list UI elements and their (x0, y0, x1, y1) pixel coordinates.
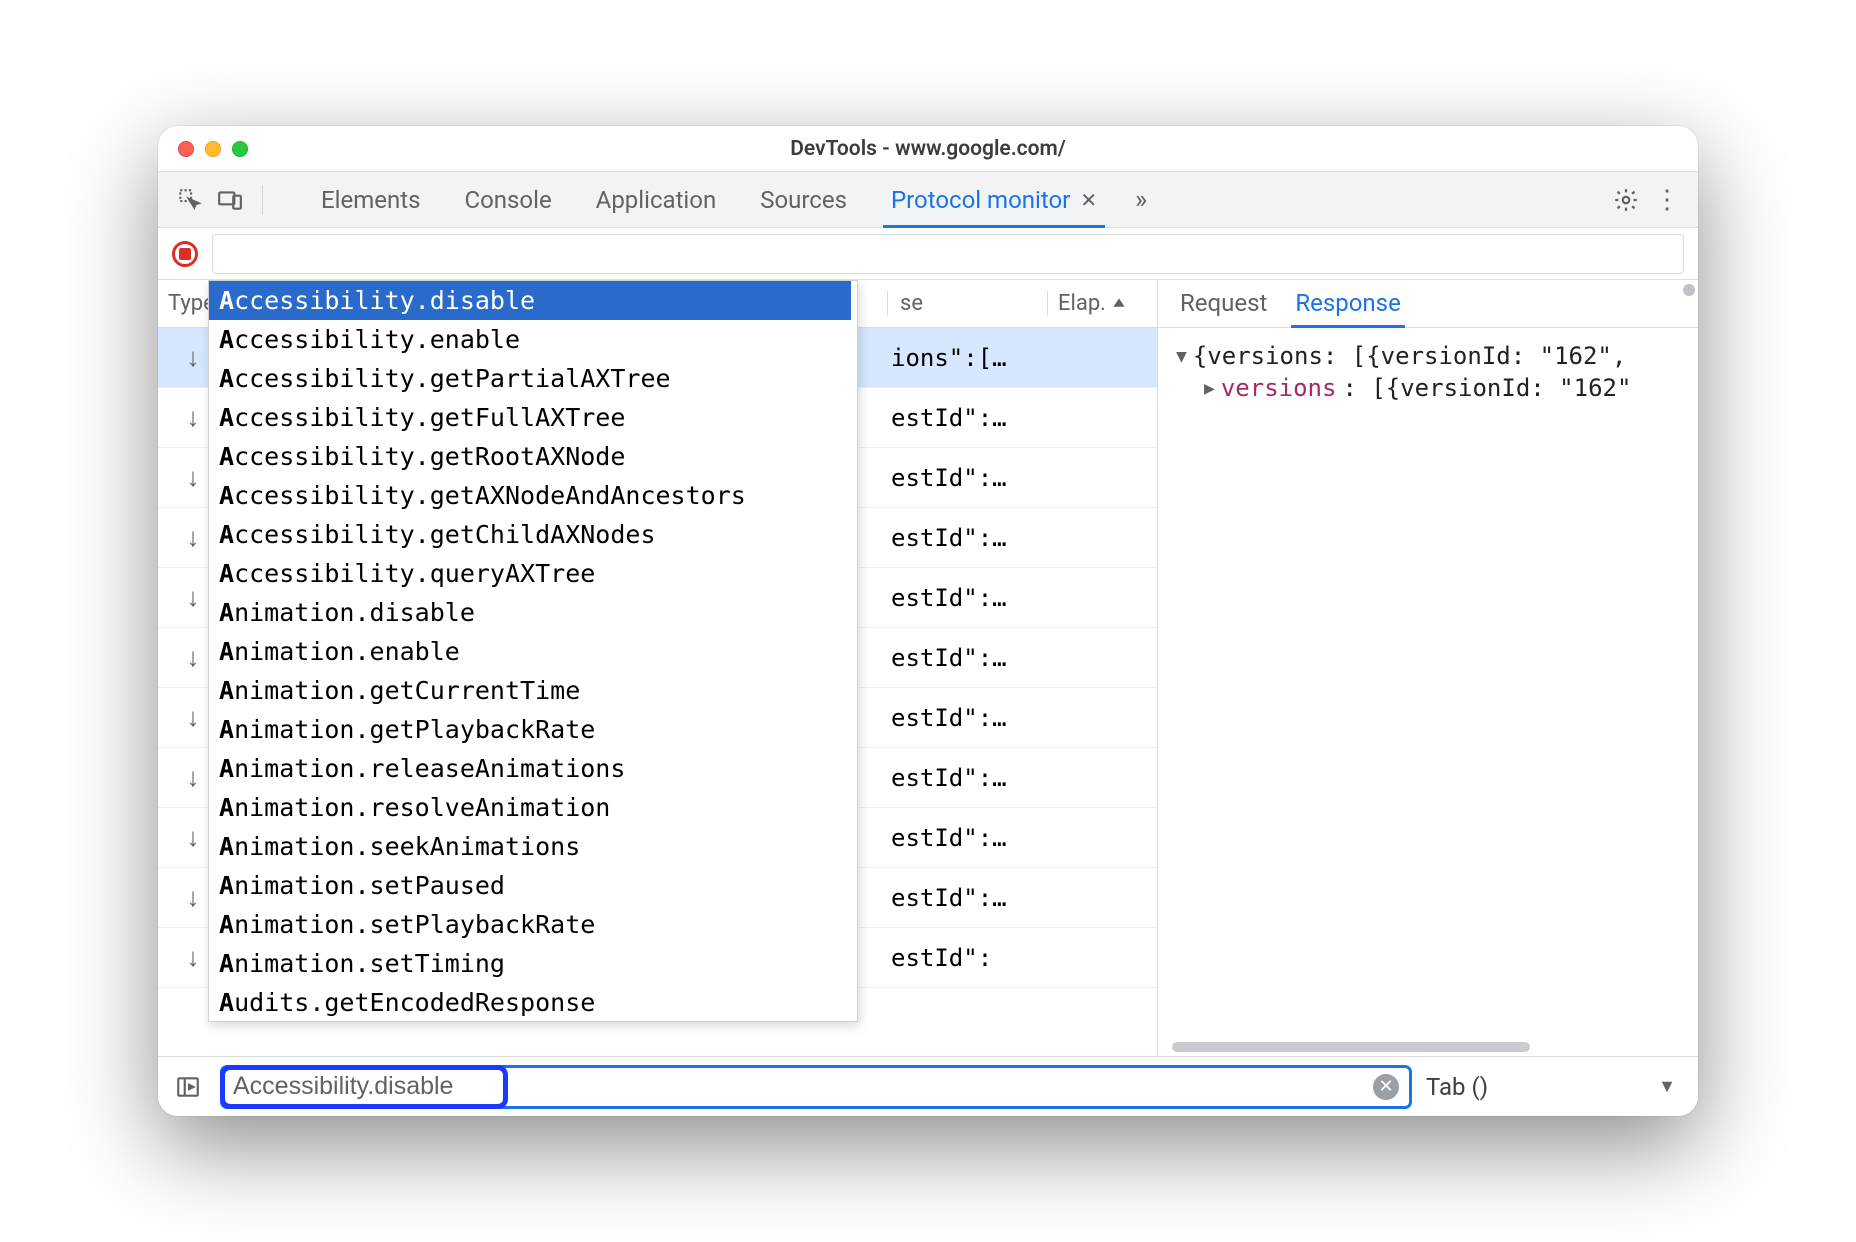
protocol-toolbar (158, 228, 1698, 280)
drawer-toggle-icon[interactable] (170, 1069, 206, 1105)
command-input[interactable] (233, 1072, 1373, 1101)
window-titlebar: DevTools - www.google.com/ (158, 126, 1698, 172)
detail-pane: Request Response ▼ {versions: [{versionI… (1158, 280, 1698, 1056)
traffic-lights (178, 141, 248, 157)
autocomplete-item[interactable]: Accessibility.queryAXTree (209, 554, 851, 593)
tab-console[interactable]: Console (442, 172, 573, 228)
tab-protocol-monitor[interactable]: Protocol monitor✕ (869, 172, 1119, 228)
autocomplete-item[interactable]: Accessibility.getRootAXNode (209, 437, 851, 476)
arrow-down-icon: ↓ (187, 942, 200, 973)
devtools-window: DevTools - www.google.com/ ElementsConso… (158, 126, 1698, 1116)
autocomplete-item[interactable]: Accessibility.getAXNodeAndAncestors (209, 476, 851, 515)
command-bar: ✕ Tab () ▼ (158, 1056, 1698, 1116)
disclosure-open-icon[interactable]: ▼ (1176, 346, 1187, 367)
autocomplete-item[interactable]: Animation.getPlaybackRate (209, 710, 851, 749)
close-window-button[interactable] (178, 141, 194, 157)
divider (262, 185, 263, 215)
detail-tabs: Request Response (1158, 280, 1698, 328)
zoom-window-button[interactable] (232, 141, 248, 157)
tab-request[interactable]: Request (1180, 289, 1267, 327)
horizontal-scrollbar[interactable] (1172, 1042, 1684, 1052)
tree-child[interactable]: ▶ versions: [{versionId: "162" (1176, 374, 1680, 402)
sort-asc-icon (1112, 297, 1126, 311)
tab-elements[interactable]: Elements (299, 172, 442, 228)
filter-input[interactable] (212, 234, 1684, 274)
main-split: Type se Elap. ↓ions":[…↓estId":…↓estId":… (158, 280, 1698, 1056)
arrow-down-icon: ↓ (187, 822, 200, 853)
autocomplete-item[interactable]: Animation.seekAnimations (209, 827, 851, 866)
col-elapsed-header[interactable]: Elap. (1047, 291, 1157, 316)
window-title: DevTools - www.google.com/ (158, 137, 1698, 161)
autocomplete-item[interactable]: Animation.setPaused (209, 866, 851, 905)
devtools-tabbar: ElementsConsoleApplicationSourcesProtoco… (158, 172, 1698, 228)
autocomplete-item[interactable]: Animation.getCurrentTime (209, 671, 851, 710)
chevron-down-icon: ▼ (1658, 1076, 1676, 1097)
autocomplete-item[interactable]: Animation.setTiming (209, 944, 851, 983)
command-input-wrap: ✕ (220, 1065, 1412, 1109)
autocomplete-item[interactable]: Animation.disable (209, 593, 851, 632)
autocomplete-item[interactable]: Animation.releaseAnimations (209, 749, 851, 788)
more-tabs-icon[interactable]: » (1123, 182, 1159, 218)
tab-application[interactable]: Application (574, 172, 739, 228)
arrow-down-icon: ↓ (187, 582, 200, 613)
scroll-indicator (1683, 284, 1695, 296)
kebab-menu-icon[interactable]: ⋮ (1648, 182, 1684, 218)
settings-gear-icon[interactable] (1608, 182, 1644, 218)
autocomplete-item[interactable]: Audits.getEncodedResponse (209, 983, 851, 1021)
autocomplete-item[interactable]: Animation.resolveAnimation (209, 788, 851, 827)
arrow-down-icon: ↓ (187, 342, 200, 373)
autocomplete-item[interactable]: Accessibility.enable (209, 320, 851, 359)
col-response-header[interactable]: se (887, 291, 1047, 316)
arrow-down-icon: ↓ (187, 642, 200, 673)
tab-sources[interactable]: Sources (738, 172, 869, 228)
inspect-icon[interactable] (172, 182, 208, 218)
arrow-down-icon: ↓ (187, 702, 200, 733)
response-body: ▼ {versions: [{versionId: "162", ▶ versi… (1158, 328, 1698, 1038)
arrow-down-icon: ↓ (187, 402, 200, 433)
autocomplete-item[interactable]: Animation.setPlaybackRate (209, 905, 851, 944)
clear-input-icon[interactable]: ✕ (1373, 1074, 1399, 1100)
close-tab-icon[interactable]: ✕ (1080, 188, 1097, 212)
arrow-down-icon: ↓ (187, 462, 200, 493)
tree-root[interactable]: ▼ {versions: [{versionId: "162", (1176, 342, 1680, 370)
tab-response[interactable]: Response (1295, 289, 1400, 327)
autocomplete-item[interactable]: Accessibility.getPartialAXTree (209, 359, 851, 398)
disclosure-closed-icon[interactable]: ▶ (1204, 378, 1215, 399)
autocomplete-item[interactable]: Accessibility.getChildAXNodes (209, 515, 851, 554)
autocomplete-item[interactable]: Accessibility.disable (209, 281, 851, 320)
record-button[interactable] (172, 241, 198, 267)
autocomplete-item[interactable]: Accessibility.getFullAXTree (209, 398, 851, 437)
arrow-down-icon: ↓ (187, 522, 200, 553)
device-toolbar-icon[interactable] (212, 182, 248, 218)
arrow-down-icon: ↓ (187, 882, 200, 913)
autocomplete-item[interactable]: Animation.enable (209, 632, 851, 671)
arrow-down-icon: ↓ (187, 762, 200, 793)
minimize-window-button[interactable] (205, 141, 221, 157)
params-dropdown[interactable]: Tab () ▼ (1426, 1073, 1686, 1101)
autocomplete-popup: Accessibility.disableAccessibility.enabl… (208, 280, 858, 1022)
